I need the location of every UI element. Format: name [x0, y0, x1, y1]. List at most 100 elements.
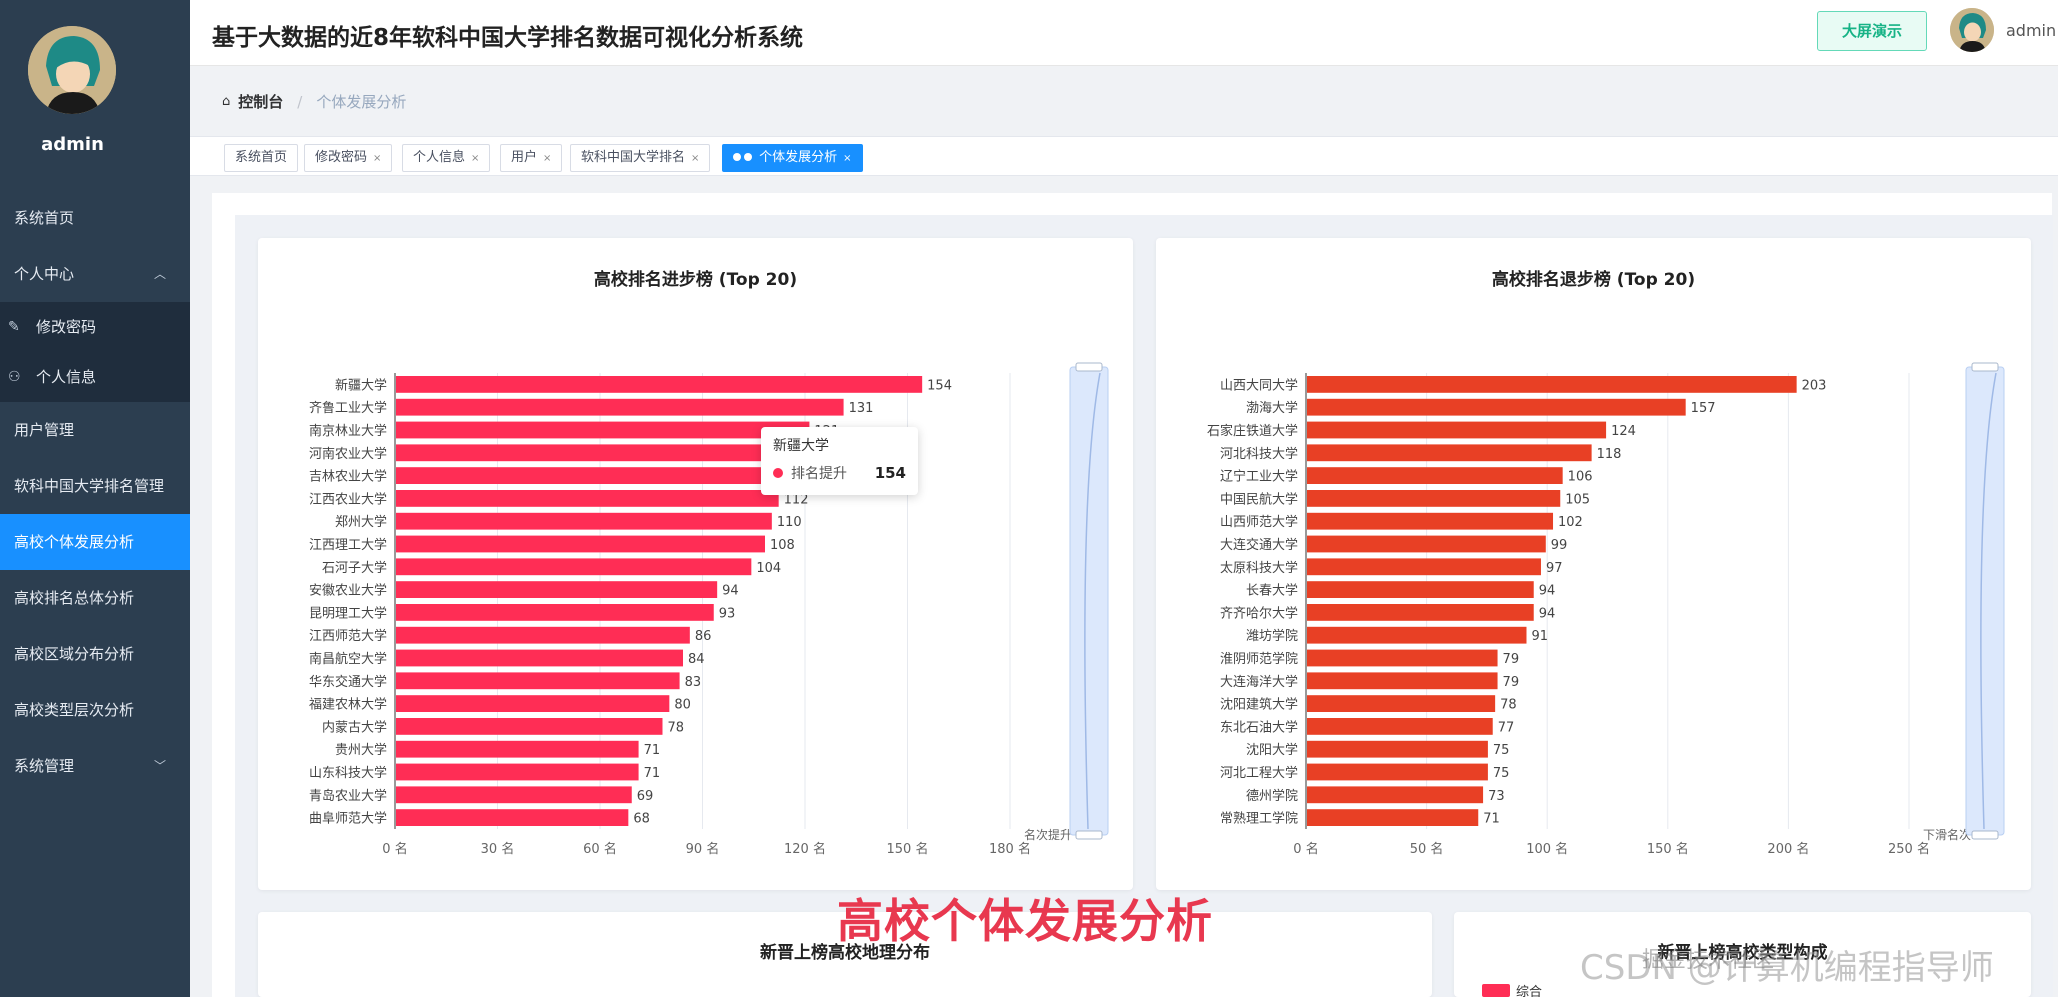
bar	[1307, 763, 1488, 781]
tag-individual-analysis[interactable]: 个体发展分析 ×	[722, 144, 863, 172]
sidebar-item-home[interactable]: 系统首页	[0, 190, 190, 246]
category-label: 中国民航大学	[1220, 491, 1298, 507]
sidebar-item-change-password[interactable]: ✎ 修改密码	[0, 302, 190, 352]
value-label: 154	[927, 378, 952, 393]
value-label: 79	[1503, 652, 1520, 667]
tag-ranking[interactable]: 软科中国大学排名 ×	[570, 144, 711, 172]
bar	[396, 672, 680, 690]
sidebar-item-system-management[interactable]: 系统管理 ﹀	[0, 738, 190, 794]
value-label: 118	[1597, 447, 1622, 462]
header-avatar[interactable]	[1950, 8, 1994, 52]
tooltip-title: 新疆大学	[773, 438, 829, 454]
sidebar-menu: 系统首页 个人中心 ︿ ✎ 修改密码 ⚇ 个人信息 用户管理 软科中国大学排名管理 高…	[0, 190, 190, 794]
category-label: 东北石油大学	[1220, 719, 1298, 735]
sidebar-item-personal-center[interactable]: 个人中心 ︿	[0, 246, 190, 302]
x-tick-label: 100 名	[1526, 841, 1568, 857]
category-label: 沈阳建筑大学	[1220, 697, 1298, 713]
bar	[396, 763, 639, 781]
bar	[396, 398, 844, 416]
legend-swatch[interactable]	[1482, 984, 1510, 997]
tag-label: 软科中国大学排名	[581, 150, 686, 165]
sidebar-item-user-management[interactable]: 用户管理	[0, 402, 190, 458]
category-label: 华东交通大学	[309, 674, 387, 690]
avatar-image-icon	[1950, 8, 1994, 52]
x-tick-label: 250 名	[1888, 841, 1930, 857]
datazoom-handle-top	[1075, 362, 1103, 372]
category-label: 齐鲁工业大学	[309, 400, 387, 416]
bar	[396, 740, 639, 758]
bar	[396, 444, 806, 462]
x-tick-label: 120 名	[784, 841, 826, 857]
drop-bar-chart: 0 名 50 名 100 名 150 名 200 名 250 名 山西大同大学 203 渤海大学…	[1207, 362, 2005, 857]
sidebar-item-type-analysis[interactable]: 高校类型层次分析	[0, 682, 190, 738]
close-icon[interactable]: ×	[373, 153, 381, 164]
bar	[1307, 718, 1493, 735]
category-label: 内蒙古大学	[322, 719, 387, 735]
close-icon[interactable]: ×	[843, 153, 851, 164]
category-label: 河北工程大学	[1220, 765, 1298, 781]
sidebar-item-label: 高校个体发展分析	[14, 533, 135, 551]
tag-change-password[interactable]: 修改密码 ×	[304, 144, 393, 172]
sidebar-avatar[interactable]	[28, 26, 116, 114]
tag-home[interactable]: 系统首页	[224, 144, 299, 172]
value-label: 69	[637, 789, 654, 804]
value-label: 104	[756, 561, 781, 576]
value-label: 83	[685, 675, 702, 690]
legend-label[interactable]: 综合	[1516, 981, 1542, 997]
sidebar-item-individual-analysis[interactable]: 高校个体发展分析	[0, 514, 190, 570]
value-label: 97	[1546, 561, 1563, 576]
sidebar-item-region-analysis[interactable]: 高校区域分布分析	[0, 626, 190, 682]
value-label: 157	[1691, 401, 1716, 416]
value-label: 79	[1503, 675, 1520, 690]
bar	[1307, 672, 1498, 690]
category-label: 新疆大学	[335, 377, 387, 393]
close-icon[interactable]: ×	[691, 153, 699, 164]
category-label: 石河子大学	[322, 560, 387, 576]
x-tick-label: 30 名	[481, 841, 515, 857]
x-axis-name: 名次提升	[1024, 827, 1072, 842]
bigscreen-button[interactable]: 大屏演示	[1817, 11, 1927, 51]
tag-label: 用户	[511, 150, 538, 165]
value-label: 91	[1531, 629, 1548, 644]
value-label: 78	[668, 720, 685, 735]
close-icon[interactable]: ×	[471, 153, 479, 164]
category-label: 吉林农业大学	[309, 469, 387, 485]
bar	[396, 718, 663, 735]
value-label: 71	[644, 766, 661, 781]
watermark-juejin: 掘金技术社区	[1642, 948, 1775, 973]
sidebar-item-ranking-management[interactable]: 软科中国大学排名管理	[0, 458, 190, 514]
tag-personal-info[interactable]: 个人信息 ×	[402, 144, 491, 172]
tooltip-value: 154	[874, 464, 906, 482]
x-tick-label: 50 名	[1410, 841, 1444, 857]
value-label: 75	[1493, 766, 1510, 781]
bar	[1307, 786, 1484, 804]
tag-label: 个人信息	[413, 150, 466, 165]
bar	[396, 649, 683, 667]
bar	[396, 581, 718, 598]
category-label: 江西师范大学	[309, 628, 387, 644]
category-label: 河南农业大学	[309, 446, 387, 462]
sidebar-item-label: 系统首页	[14, 209, 75, 227]
bar	[1307, 695, 1496, 712]
breadcrumb-dashboard[interactable]: 控制台	[238, 91, 283, 112]
category-label: 郑州大学	[335, 514, 387, 530]
value-label: 68	[633, 812, 650, 827]
category-label: 太原科技大学	[1220, 560, 1298, 576]
close-icon[interactable]: ×	[543, 153, 551, 164]
bar	[1307, 490, 1561, 507]
value-label: 106	[1568, 470, 1593, 485]
user-icon: ⚇	[8, 369, 21, 385]
tag-label: 个体发展分析	[759, 150, 838, 165]
sidebar: admin 系统首页 个人中心 ︿ ✎ 修改密码 ⚇ 个人信息 用户管理 软科中国大学…	[0, 0, 190, 997]
value-label: 86	[695, 629, 712, 644]
active-dot-icon	[744, 153, 752, 161]
category-label: 曲阜师范大学	[309, 811, 387, 827]
sidebar-item-personal-info[interactable]: ⚇ 个人信息	[0, 352, 190, 402]
bar	[396, 604, 714, 621]
sidebar-item-overall-analysis[interactable]: 高校排名总体分析	[0, 570, 190, 626]
sidebar-item-label: 软科中国大学排名管理	[14, 477, 165, 495]
x-tick-label: 0 名	[1293, 841, 1318, 857]
tag-users[interactable]: 用户 ×	[500, 144, 563, 172]
datazoom-slider	[1965, 366, 2005, 836]
header-username[interactable]: admin	[2006, 21, 2056, 40]
